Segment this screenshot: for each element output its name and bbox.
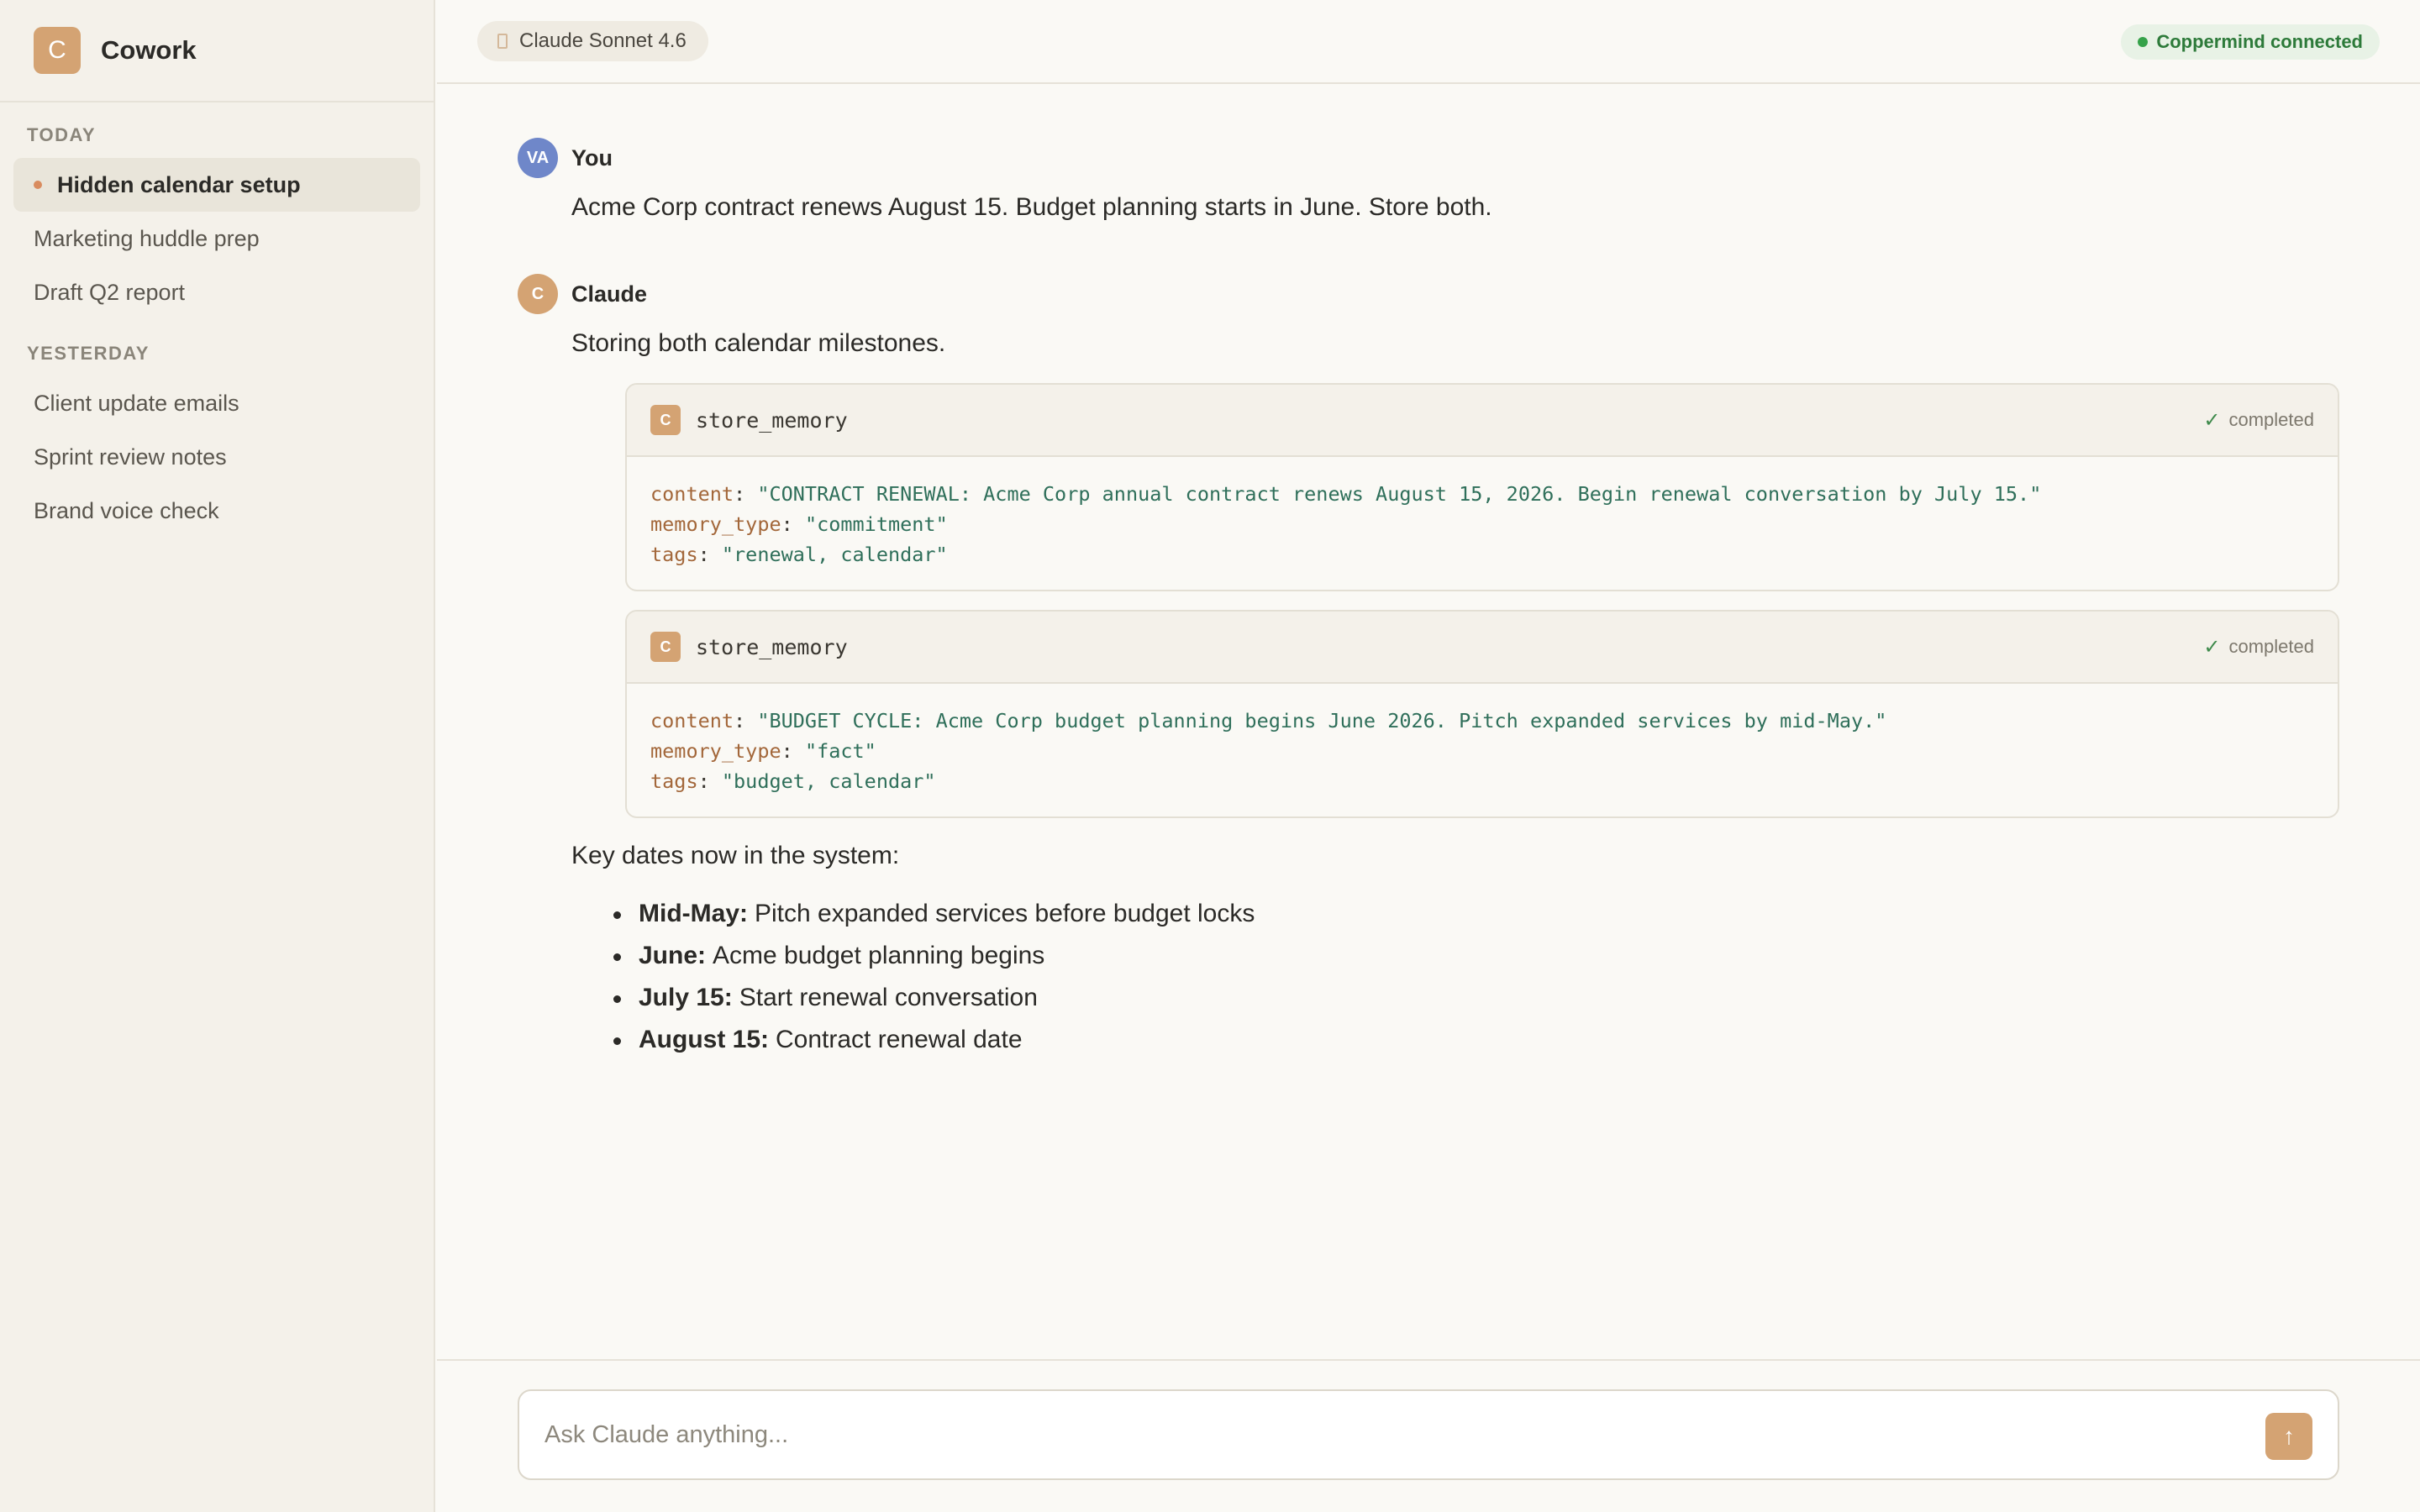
assistant-avatar: C	[518, 274, 558, 314]
param-value: "fact"	[804, 739, 876, 763]
yesterday-conversation-list: Client update emails Sprint review notes…	[0, 365, 434, 538]
assistant-intro-text: Storing both calendar milestones.	[571, 329, 946, 357]
list-item-text: Start renewal conversation	[739, 984, 1038, 1011]
chat-header: Claude Sonnet 4.6 Coppermind connected	[437, 0, 2420, 84]
section-label-yesterday: YESTERDAY	[27, 343, 150, 364]
sidebar-item-brand-voice-check[interactable]: Brand voice check	[13, 484, 420, 538]
sidebar-item-client-update-emails[interactable]: Client update emails	[13, 376, 420, 430]
param-value: "budget, calendar"	[721, 769, 936, 793]
sidebar-item-label: Draft Q2 report	[34, 279, 186, 305]
param-key: memory_type	[650, 512, 781, 536]
section-label-today: TODAY	[27, 124, 97, 145]
tool-status: ✓ completed	[2203, 408, 2314, 433]
composer-area: ↑	[437, 1359, 2420, 1512]
tool-status-text: completed	[2228, 636, 2314, 657]
tool-name: store_memory	[696, 634, 848, 659]
tool-icon: C	[650, 632, 681, 662]
brand: C Cowork	[0, 0, 434, 102]
composer: ↑	[518, 1389, 2339, 1480]
sidebar-item-label: Sprint review notes	[34, 444, 227, 470]
list-item: Mid-May: Pitch expanded services before b…	[605, 893, 1255, 935]
sidebar: C Cowork TODAY Hidden calendar setup Mar…	[0, 0, 435, 1512]
send-button[interactable]: ↑	[2265, 1413, 2312, 1460]
model-selector[interactable]: Claude Sonnet 4.6	[477, 21, 708, 61]
user-avatar: VA	[518, 138, 558, 178]
check-icon: ✓	[2203, 635, 2221, 659]
sidebar-item-hidden-calendar-setup[interactable]: Hidden calendar setup	[13, 158, 420, 212]
param-key: content	[650, 709, 734, 732]
list-item: June: Acme budget planning begins	[605, 935, 1255, 977]
message-input[interactable]	[544, 1408, 2225, 1462]
sidebar-item-label: Hidden calendar setup	[57, 171, 301, 197]
arrow-up-icon: ↑	[2283, 1423, 2295, 1449]
check-icon: ✓	[2203, 408, 2221, 432]
tool-param-row: tags: "renewal, calendar"	[650, 543, 948, 566]
list-item-label: July 15:	[639, 984, 733, 1011]
model-name: Claude Sonnet 4.6	[519, 29, 687, 52]
tool-call-card[interactable]: C store_memory ✓ completed content: "BUD…	[625, 610, 2339, 818]
today-conversation-list: Hidden calendar setup Marketing huddle p…	[0, 146, 434, 319]
assistant-message-header: C Claude	[518, 274, 647, 314]
tool-params: content: "BUDGET CYCLE: Acme Corp budget…	[627, 684, 2338, 816]
tool-status: ✓ completed	[2203, 635, 2314, 659]
tool-param-row: content: "BUDGET CYCLE: Acme Corp budget…	[650, 709, 1887, 732]
tool-status-text: completed	[2228, 409, 2314, 430]
tool-param-row: tags: "budget, calendar"	[650, 769, 936, 793]
param-key: tags	[650, 769, 698, 793]
tool-call-card[interactable]: C store_memory ✓ completed content: "CON…	[625, 383, 2339, 591]
tool-name: store_memory	[696, 407, 848, 433]
status-dot-icon	[2138, 37, 2149, 47]
tool-params: content: "CONTRACT RENEWAL: Acme Corp an…	[627, 457, 2338, 590]
sidebar-item-draft-q2-report[interactable]: Draft Q2 report	[13, 265, 420, 319]
param-value: "CONTRACT RENEWAL: Acme Corp annual cont…	[757, 482, 2042, 506]
tool-param-row: memory_type: "commitment"	[650, 512, 948, 536]
sidebar-item-label: Client update emails	[34, 390, 239, 416]
assistant-sender-name: Claude	[571, 281, 648, 307]
model-icon	[497, 34, 508, 49]
tool-icon: C	[650, 405, 681, 435]
tool-call-header[interactable]: C store_memory ✓ completed	[627, 385, 2338, 457]
list-item-label: August 15:	[639, 1026, 770, 1053]
app-name: Cowork	[101, 35, 197, 65]
list-item-text: Contract renewal date	[776, 1026, 1023, 1053]
user-message-header: VA You	[518, 138, 613, 178]
app-logo: C	[34, 27, 81, 74]
sidebar-item-sprint-review-notes[interactable]: Sprint review notes	[13, 430, 420, 484]
tool-param-row: memory_type: "fact"	[650, 739, 876, 763]
tool-call-header[interactable]: C store_memory ✓ completed	[627, 612, 2338, 684]
user-message-text: Acme Corp contract renews August 15. Bud…	[571, 193, 1492, 221]
list-item-label: June:	[639, 942, 707, 969]
param-value: "renewal, calendar"	[721, 543, 948, 566]
user-sender-name: You	[571, 144, 613, 171]
assistant-summary-text: Key dates now in the system:	[571, 842, 900, 869]
connection-status-badge: Coppermind connected	[2121, 24, 2380, 60]
list-item-text: Pitch expanded services before budget lo…	[755, 900, 1255, 927]
sidebar-item-label: Brand voice check	[34, 497, 219, 523]
active-indicator-dot	[34, 181, 42, 189]
param-key: memory_type	[650, 739, 781, 763]
tool-param-row: content: "CONTRACT RENEWAL: Acme Corp an…	[650, 482, 2042, 506]
sidebar-item-label: Marketing huddle prep	[34, 225, 260, 251]
param-key: content	[650, 482, 734, 506]
param-value: "BUDGET CYCLE: Acme Corp budget planning…	[757, 709, 1887, 732]
param-value: "commitment"	[804, 512, 948, 536]
list-item: July 15: Start renewal conversation	[605, 977, 1255, 1019]
list-item-label: Mid-May:	[639, 900, 748, 927]
key-dates-list: Mid-May: Pitch expanded services before b…	[605, 893, 1255, 1061]
list-item-text: Acme budget planning begins	[713, 942, 1045, 969]
main-panel: Claude Sonnet 4.6 Coppermind connected V…	[437, 0, 2420, 1512]
param-key: tags	[650, 543, 698, 566]
list-item: August 15: Contract renewal date	[605, 1019, 1255, 1061]
sidebar-item-marketing-huddle-prep[interactable]: Marketing huddle prep	[13, 212, 420, 265]
connection-status-text: Coppermind connected	[2156, 31, 2363, 52]
